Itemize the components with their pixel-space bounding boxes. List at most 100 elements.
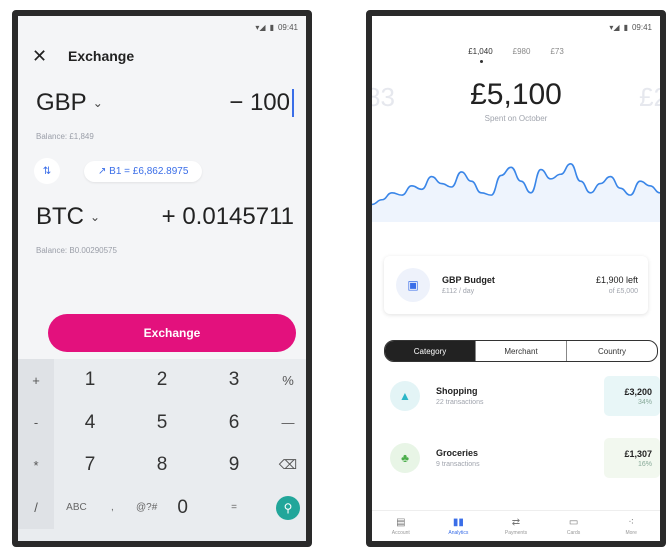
to-currency-selector[interactable]: BTC ⌄ (36, 203, 100, 231)
spending-line-chart (372, 162, 660, 222)
budget-title: GBP Budget (442, 275, 495, 285)
exchange-phone: ▾◢ ▮ 09:41 ✕ Exchange GBP ⌄ − 100 Balanc… (12, 10, 312, 547)
key-percent[interactable]: % (270, 359, 306, 402)
more-icon: ⁖ (628, 516, 635, 528)
from-currency-selector[interactable]: GBP ⌄ (36, 89, 103, 117)
from-amount: − 100 (229, 89, 290, 116)
category-amount: £1,307 (624, 448, 652, 459)
nav-more[interactable]: ⁖ More (602, 511, 660, 541)
key-multiply[interactable]: * (18, 444, 54, 487)
bottom-nav: ▤ Account ▮▮ Analytics ⇄ Payments ▭ Card… (372, 510, 660, 541)
cards-icon: ▭ (568, 516, 579, 528)
wifi-icon: ▾◢ (255, 22, 266, 32)
key-equals[interactable]: = (198, 487, 270, 530)
key-search-cell: ⚲ (270, 487, 306, 530)
from-balance: Balance: £1,849 (36, 132, 94, 141)
rate-label: B1 = £6,862.8975 (109, 165, 189, 177)
payments-icon: ⇄ (511, 516, 521, 528)
nav-cards[interactable]: ▭ Cards (545, 511, 603, 541)
battery-icon: ▮ (269, 22, 274, 32)
analytics-icon: ▮▮ (452, 516, 464, 528)
from-currency-code: GBP (36, 89, 87, 116)
exchange-top-panel: ▾◢ ▮ 09:41 ✕ Exchange GBP ⌄ − 100 Balanc… (18, 16, 306, 359)
segment-country[interactable]: Country (566, 341, 657, 361)
key-abc[interactable]: ABC (66, 502, 87, 513)
to-balance: Balance: B0.00290575 (36, 246, 117, 255)
category-row-groceries[interactable]: ♣ Groceries 9 transactions £1,307 16% (384, 436, 660, 480)
key-1[interactable]: 1 (54, 359, 126, 402)
budget-daily: £112 / day (442, 288, 475, 295)
spent-subtitle: Spent on October (484, 114, 548, 123)
key-0[interactable]: 0 (177, 497, 188, 519)
exchange-button[interactable]: Exchange (48, 314, 296, 352)
month-tab[interactable]: £73 (550, 47, 563, 56)
text-caret (292, 89, 294, 117)
to-currency-row: BTC ⌄ + 0.0145711 (18, 188, 306, 246)
nav-payments[interactable]: ⇄ Payments (487, 511, 545, 541)
to-amount: + 0.0145711 (161, 203, 294, 230)
wifi-icon: ▾◢ (609, 22, 620, 32)
category-amount: £3,200 (624, 386, 652, 397)
chevron-down-icon: ⌄ (92, 96, 103, 110)
battery-icon: ▮ (623, 22, 628, 32)
category-amount-box: £1,307 16% (604, 438, 660, 478)
key-2[interactable]: 2 (126, 359, 198, 402)
key-comma[interactable]: , (111, 502, 114, 513)
key-divide[interactable]: / (18, 486, 54, 529)
key-5[interactable]: 5 (126, 402, 198, 445)
next-amount-ghost: £2 (639, 82, 666, 112)
key-row-bottom-left: ABC , (54, 487, 126, 530)
total-spent: 83 £5,100 £2 (372, 78, 660, 112)
month-tab[interactable]: £980 (513, 47, 531, 56)
search-icon[interactable]: ⚲ (276, 495, 300, 520)
swap-icon[interactable]: ⇅ (34, 158, 60, 184)
account-icon: ▤ (396, 516, 406, 528)
key-9[interactable]: 9 (198, 444, 270, 487)
segment-merchant[interactable]: Merchant (475, 341, 566, 361)
total-amount: £5,100 (470, 78, 562, 111)
shopping-bag-icon: ▲ (390, 381, 420, 411)
category-count: 22 transactions (436, 399, 484, 406)
category-count: 9 transactions (436, 461, 480, 468)
nav-label: Analytics (448, 529, 469, 536)
key-7[interactable]: 7 (54, 444, 126, 487)
from-amount-input[interactable]: − 100 (229, 89, 294, 117)
key-8[interactable]: 8 (126, 444, 198, 487)
category-amount-box: £3,200 34% (604, 376, 660, 416)
key-row-bottom-mid: @?# 0 (126, 487, 198, 530)
rate-chip[interactable]: ↗ B1 = £6,862.8975 (84, 160, 203, 182)
backspace-icon[interactable]: ⌫ (270, 444, 306, 487)
month-tab[interactable]: £1,040 (468, 47, 493, 63)
budget-total: of £5,000 (608, 288, 638, 295)
segment-category[interactable]: Category (385, 341, 475, 361)
status-bar: ▾◢ ▮ 09:41 (372, 16, 660, 38)
category-row-shopping[interactable]: ▲ Shopping 22 transactions £3,200 34% (384, 374, 660, 418)
nav-analytics[interactable]: ▮▮ Analytics (430, 511, 488, 541)
prev-amount-ghost: 83 (366, 82, 395, 112)
analytics-phone: ▾◢ ▮ 09:41 £1,040 £980 £73 83 £5,100 £2 … (366, 10, 666, 547)
nav-account[interactable]: ▤ Account (372, 511, 430, 541)
category-percent: 16% (637, 460, 652, 468)
budget-left: £1,900 left (595, 275, 638, 285)
segmented-control: Category Merchant Country (384, 340, 658, 362)
to-amount-input[interactable]: + 0.0145711 (162, 203, 294, 231)
status-bar: ▾◢ ▮ 09:41 (18, 16, 306, 38)
page-title: Exchange (68, 48, 135, 64)
category-name: Shopping (436, 386, 478, 396)
key-6[interactable]: 6 (198, 402, 270, 445)
key-minus[interactable]: - (18, 401, 54, 444)
trend-icon: ↗ (98, 165, 110, 177)
category-percent: 34% (637, 398, 652, 406)
key-plus[interactable]: + (18, 359, 54, 402)
key-3[interactable]: 3 (198, 359, 270, 402)
budget-card[interactable]: ▣ GBP Budget £112 / day £1,900 left of £… (384, 256, 648, 314)
key-space[interactable]: — (270, 402, 306, 445)
active-dot (480, 59, 484, 63)
nav-label: Account (391, 529, 410, 536)
close-icon[interactable]: ✕ (32, 46, 68, 67)
key-4[interactable]: 4 (54, 402, 126, 445)
budget-icon: ▣ (396, 268, 430, 302)
key-symbols[interactable]: @?# (136, 502, 157, 513)
month-tabs: £1,040 £980 £73 (372, 38, 660, 64)
status-time: 09:41 (277, 22, 298, 32)
